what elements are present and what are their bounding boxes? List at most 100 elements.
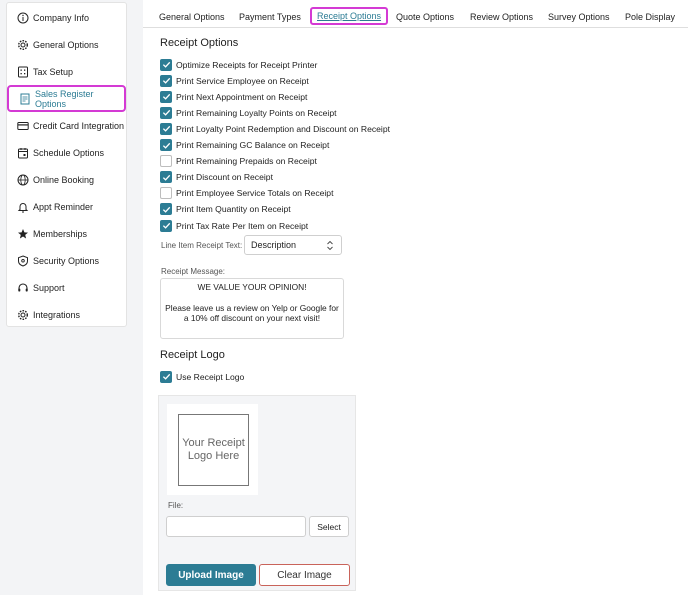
tab-review-options[interactable]: Review Options [470,8,533,25]
checkbox-label: Print Remaining Loyalty Points on Receip… [176,107,337,118]
receipt-option-checkbox-row[interactable]: Print Discount on Receipt [160,171,273,184]
receipt-option-checkbox[interactable] [160,58,172,71]
receipt-logo-title: Receipt Logo [160,349,225,361]
file-label: File: [168,501,184,510]
file-select-button[interactable]: Select [309,516,349,537]
tab-bar: General Options Payment Types Receipt Op… [143,0,688,28]
checkmark-icon [162,142,170,149]
file-input[interactable] [166,516,306,537]
tab-receipt-options[interactable]: Receipt Options [310,7,389,25]
sidebar-item-label: Memberships [33,228,88,239]
checkbox-label: Print Remaining GC Balance on Receipt [176,140,330,150]
receipt-option-checkbox[interactable] [160,139,172,151]
receipt-option-checkbox-row[interactable]: Print Remaining GC Balance on Receipt [160,139,329,152]
star-icon [16,227,29,240]
checkmark-icon [162,174,170,181]
sidebar-item-company-info[interactable]: Company Info [7,5,126,30]
use-receipt-logo-checkbox-row[interactable]: Use Receipt Logo [160,370,244,383]
receipt-option-checkbox[interactable] [160,74,172,87]
tab-payment-types[interactable]: Payment Types [239,8,301,25]
receipt-message-textarea[interactable]: WE VALUE YOUR OPINION! Please leave us a… [160,278,344,339]
sidebar-item-label: Company Info [33,12,90,23]
receipt-message-line: WE VALUE YOUR OPINION! [197,282,307,292]
checkbox-label: Use Receipt Logo [176,371,245,382]
checkbox-label: Print Item Quantity on Receipt [176,204,291,215]
calendar-icon [16,146,29,159]
sidebar-item-label: Support [33,282,65,293]
sidebar-item-label: Online Booking [33,174,95,185]
receipt-option-checkbox[interactable] [160,106,172,119]
tab-quote-options[interactable]: Quote Options [396,8,454,25]
receipt-option-checkbox-row[interactable]: Print Item Quantity on Receipt [160,203,291,216]
receipt-option-checkbox[interactable] [160,90,172,103]
receipt-option-checkbox[interactable] [160,171,172,184]
checkmark-icon [162,61,170,68]
receipt-option-checkbox-row[interactable]: Print Service Employee on Receipt [160,74,309,87]
checkbox-label: Print Remaining Prepaids on Receipt [176,156,317,167]
receipt-option-checkbox[interactable] [160,155,172,168]
tab-general-options[interactable]: General Options [159,8,225,25]
sidebar-item-label: Schedule Options [33,147,105,158]
checkbox-label: Print Tax Rate Per Item on Receipt [176,220,309,231]
tab-survey-options[interactable]: Survey Options [548,8,610,25]
clear-image-button[interactable]: Clear Image [259,564,350,586]
line-item-receipt-text-label: Line Item Receipt Text: [161,241,243,250]
receipt-option-checkbox[interactable] [160,203,172,216]
checkbox-label: Print Discount on Receipt [176,172,273,183]
receipt-message-line: Please leave us a review on Yelp or Goog… [165,302,339,324]
receipt-option-checkbox-row[interactable]: Print Remaining Loyalty Points on Receip… [160,106,337,119]
receipt-logo-panel: Your Receipt Logo Here File: Select Uplo… [158,395,356,591]
tab-pole-display[interactable]: Pole Display [625,8,675,25]
sidebar-item-appt-reminder[interactable]: Appt Reminder [7,194,126,219]
info-icon [16,11,29,24]
checkmark-icon [162,206,170,213]
receipt-option-checkbox-row[interactable]: Print Employee Service Totals on Receipt [160,187,333,200]
sidebar-item-label: Tax Setup [33,66,74,77]
sidebar-item-schedule-options[interactable]: Schedule Options [7,140,126,165]
sidebar-item-tax-setup[interactable]: Tax Setup [7,59,126,84]
receipt-option-checkbox-row[interactable]: Print Remaining Prepaids on Receipt [160,155,317,168]
select-value: Description [251,240,297,250]
receipt-option-checkbox-row[interactable]: Print Next Appointment on Receipt [160,90,307,103]
checkbox-label: Print Service Employee on Receipt [176,75,309,86]
receipt-option-checkbox[interactable] [160,187,172,200]
sidebar-item-online-booking[interactable]: Online Booking [7,167,126,192]
checkbox-label: Optimize Receipts for Receipt Printer [176,59,318,70]
receipt-options-title: Receipt Options [160,37,239,49]
line-item-receipt-text-select[interactable]: Description [244,235,342,255]
sidebar-item-label: Sales Register Options [35,88,94,109]
sidebar-item-support[interactable]: Support [7,275,126,300]
calculator-icon [16,65,29,78]
logo-placeholder-line: Your Receipt [182,437,245,449]
receipt-option-checkbox[interactable] [160,122,172,135]
checkmark-icon [162,222,170,229]
shield-icon [16,254,29,267]
receipt-option-checkbox[interactable] [160,219,172,232]
bell-icon [16,200,29,213]
sidebar-item-general-options[interactable]: General Options [7,32,126,57]
upload-image-button[interactable]: Upload Image [166,564,256,586]
sidebar-item-integrations[interactable]: Integrations [7,302,126,327]
receipt-option-checkbox-row[interactable]: Print Tax Rate Per Item on Receipt [160,219,308,232]
logo-preview-card: Your Receipt Logo Here [167,404,258,495]
checkbox-label: Print Loyalty Point Redemption and Disco… [176,123,391,134]
checkmark-icon [162,110,170,117]
settings-sidebar: Company Info General Options Tax Setup S… [6,2,127,327]
use-receipt-logo-checkbox[interactable] [160,370,172,383]
sidebar-item-label: Appt Reminder [33,201,94,212]
checkmark-icon [162,94,170,100]
sidebar-item-label: Security Options [33,255,100,266]
checkbox-label: Print Employee Service Totals on Receipt [176,188,334,199]
sidebar-item-memberships[interactable]: Memberships [7,221,126,246]
receipt-option-checkbox-row[interactable]: Print Loyalty Point Redemption and Disco… [160,122,390,135]
sidebar-item-credit-card-integration[interactable]: Credit Card Integration [7,113,126,138]
sidebar-item-security-options[interactable]: Security Options [7,248,126,273]
chevron-up-down-icon [327,240,333,251]
globe-icon [16,173,29,186]
sidebar-item-label: General Options [33,39,99,50]
sidebar-item-sales-register-options[interactable]: Sales Register Options [7,85,126,112]
receipt-option-checkbox-row[interactable]: Optimize Receipts for Receipt Printer [160,58,317,71]
sidebar-item-label: Credit Card Integration [33,120,125,131]
receipt-message-label: Receipt Message: [161,267,226,276]
main-panel: General Options Payment Types Receipt Op… [143,0,688,595]
